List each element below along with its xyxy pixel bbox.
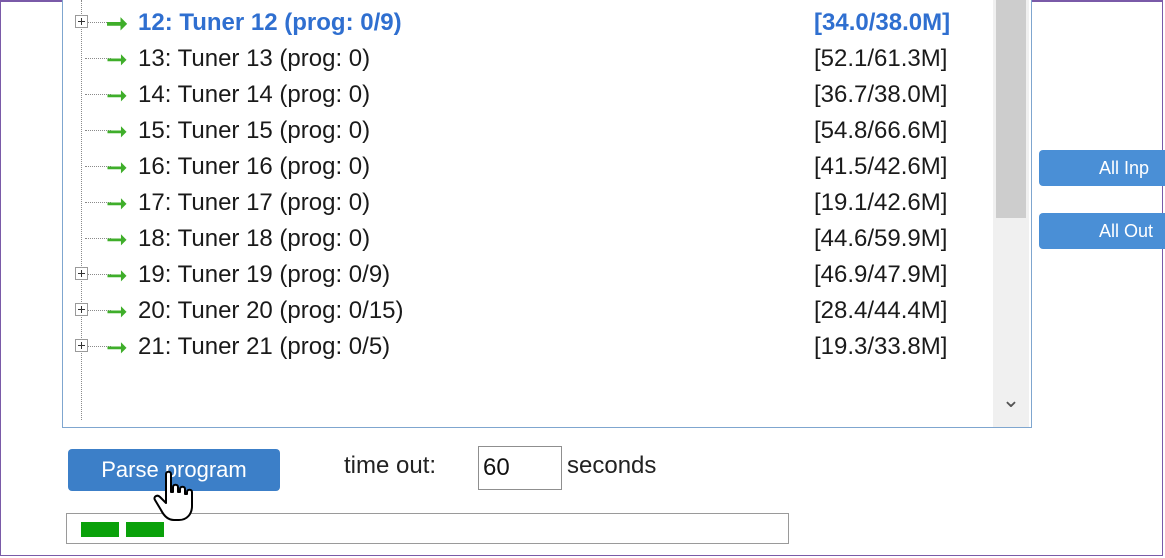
arrow-right-icon: ➞ (106, 116, 128, 146)
arrow-right-icon: ➞ (106, 296, 128, 326)
hand-pointer-icon (153, 470, 193, 521)
tree-row[interactable]: ➞ 14: Tuner 14 (prog: 0) [36.7/38.0M] (63, 77, 993, 113)
arrow-right-icon: ➞ (106, 188, 128, 218)
tree-row-label: 19: Tuner 19 (prog: 0/9) (138, 261, 391, 288)
plus-box-icon[interactable] (75, 339, 88, 352)
tree-row[interactable]: ➞ 16: Tuner 16 (prog: 0) [41.5/42.6M] (63, 149, 993, 185)
tree-row-size: [54.8/66.6M] (814, 117, 948, 144)
tree-row-label: 21: Tuner 21 (prog: 0/5) (138, 333, 391, 360)
tree-scrollbar[interactable]: ⌄ (993, 0, 1029, 427)
tree-row-size: [41.5/42.6M] (814, 153, 948, 180)
tree-row-size: [28.4/44.4M] (814, 297, 948, 324)
plus-box-icon[interactable] (75, 15, 88, 28)
tree-row[interactable]: ➞ 18: Tuner 18 (prog: 0) [44.6/59.9M] (63, 221, 993, 257)
tree-row-label: 14: Tuner 14 (prog: 0) (138, 81, 371, 108)
tree-row-size: [36.7/38.0M] (814, 81, 948, 108)
tuner-tree[interactable]: ➞ 12: Tuner 12 (prog: 0/9) [34.0/38.0M] ➞ 13… (62, 0, 1032, 428)
progress-segment (81, 522, 119, 537)
tree-row[interactable]: ➞ 15: Tuner 15 (prog: 0) [54.8/66.6M] (63, 113, 993, 149)
plus-box-icon[interactable] (75, 303, 88, 316)
timeout-input[interactable] (478, 446, 562, 490)
all-inputs-button[interactable]: All Inp (1039, 150, 1165, 186)
arrow-right-icon: ➞ (106, 224, 128, 254)
arrow-right-icon: ➞ (106, 260, 128, 290)
tree-row-label: 12: Tuner 12 (prog: 0/9) (138, 9, 402, 36)
tree-row-label: 20: Tuner 20 (prog: 0/15) (138, 297, 404, 324)
progress-segment (126, 522, 164, 537)
tree-row-size: [19.1/42.6M] (814, 189, 948, 216)
arrow-right-icon: ➞ (106, 152, 128, 182)
tree-row-size: [19.3/33.8M] (814, 333, 948, 360)
arrow-right-icon: ➞ (106, 80, 128, 110)
tree-row-size: [44.6/59.9M] (814, 225, 948, 252)
tree-row-label: 13: Tuner 13 (prog: 0) (138, 45, 371, 72)
timeout-label: time out: (344, 452, 437, 479)
seconds-label: seconds (567, 452, 657, 479)
tree-row-label: 15: Tuner 15 (prog: 0) (138, 117, 371, 144)
tree-row[interactable]: ➞ 21: Tuner 21 (prog: 0/5) [19.3/33.8M] (63, 329, 993, 365)
tree-row-size: [34.0/38.0M] (814, 9, 951, 36)
tree-row[interactable]: ➞ 19: Tuner 19 (prog: 0/9) [46.9/47.9M] (63, 257, 993, 293)
tree-row[interactable]: ➞ 20: Tuner 20 (prog: 0/15) [28.4/44.4M] (63, 293, 993, 329)
all-outputs-button[interactable]: All Out (1039, 213, 1165, 249)
tree-row[interactable]: ➞ 17: Tuner 17 (prog: 0) [19.1/42.6M] (63, 185, 993, 221)
arrow-right-icon: ➞ (106, 332, 128, 362)
tree-row-label: 17: Tuner 17 (prog: 0) (138, 189, 371, 216)
tree-row-size: [46.9/47.9M] (814, 261, 948, 288)
scrollbar-thumb[interactable] (996, 0, 1026, 218)
arrow-right-icon: ➞ (106, 8, 128, 38)
tree-row-size: [52.1/61.3M] (814, 45, 948, 72)
scroll-down-icon[interactable]: ⌄ (993, 385, 1029, 415)
tree-row[interactable]: ➞ 12: Tuner 12 (prog: 0/9) [34.0/38.0M] (63, 5, 993, 41)
tree-row-label: 18: Tuner 18 (prog: 0) (138, 225, 371, 252)
plus-box-icon[interactable] (75, 267, 88, 280)
tree-row-label: 16: Tuner 16 (prog: 0) (138, 153, 371, 180)
tree-row[interactable]: ➞ 13: Tuner 13 (prog: 0) [52.1/61.3M] (63, 41, 993, 77)
arrow-right-icon: ➞ (106, 44, 128, 74)
